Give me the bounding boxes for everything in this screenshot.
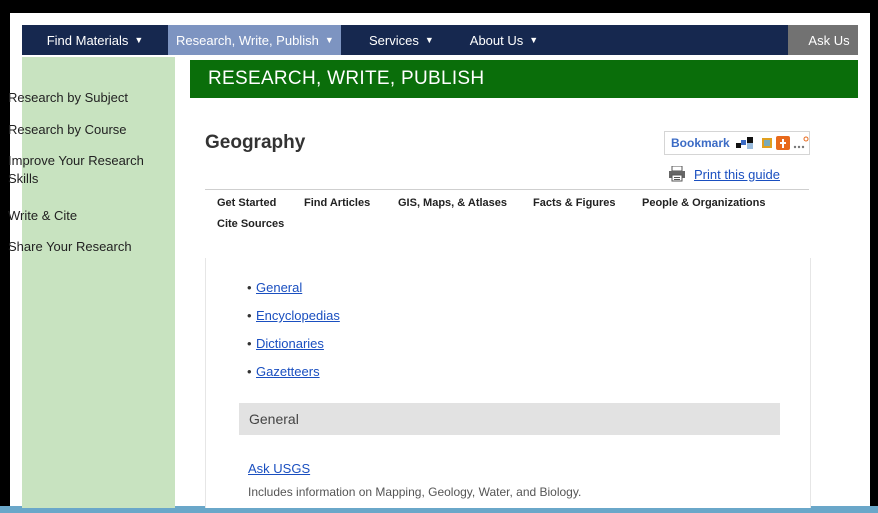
sidebar-item-research-by-course[interactable]: Research by Course <box>8 121 153 139</box>
list-item: • Gazetteers <box>247 364 320 379</box>
share-icons <box>735 136 809 150</box>
page-title: Geography <box>205 132 306 153</box>
delicious-icon <box>735 137 753 149</box>
tab-people-organizations[interactable]: People & Organizations <box>642 197 765 209</box>
nav-services[interactable]: Services ▼ <box>341 25 448 55</box>
section-heading: General <box>239 403 780 435</box>
nav-label: About Us <box>469 32 524 48</box>
tab-gis-maps-atlases[interactable]: GIS, Maps, & Atlases <box>398 197 507 209</box>
chevron-down-icon: ▼ <box>324 35 334 45</box>
list-item: • Dictionaries <box>247 336 324 351</box>
link-dictionaries[interactable]: Dictionaries <box>256 336 324 351</box>
bookmark-label: Bookmark <box>671 136 730 150</box>
sidebar-item-write-cite[interactable]: Write & Cite <box>8 207 153 225</box>
tab-facts-figures[interactable]: Facts & Figures <box>533 197 616 209</box>
main-nav: Find Materials ▼ Research, Write, Publis… <box>22 25 858 55</box>
list-item: • General <box>247 280 303 295</box>
print-label: Print this guide <box>694 166 780 182</box>
chevron-down-icon: ▼ <box>424 35 434 45</box>
window-frame <box>0 0 878 13</box>
print-guide-link[interactable]: Print this guide <box>668 166 780 182</box>
chevron-down-icon: ▼ <box>134 35 144 45</box>
nav-about-us[interactable]: About Us ▼ <box>448 25 552 55</box>
tab-get-started[interactable]: Get Started <box>217 197 276 209</box>
divider <box>205 189 809 190</box>
facebook-icon <box>775 136 790 150</box>
bookmark-button[interactable]: Bookmark <box>664 131 810 155</box>
resource-description: Includes information on Mapping, Geology… <box>248 485 582 499</box>
ask-us-button[interactable]: Ask Us <box>788 25 858 55</box>
nav-find-materials[interactable]: Find Materials ▼ <box>22 25 168 55</box>
sidebar-item-share-research[interactable]: Share Your Research <box>8 238 153 256</box>
digg-icon <box>761 138 772 148</box>
link-gazetteers[interactable]: Gazetteers <box>256 364 320 379</box>
link-general[interactable]: General <box>256 280 302 295</box>
tab-cite-sources[interactable]: Cite Sources <box>217 218 284 230</box>
tab-find-articles[interactable]: Find Articles <box>304 197 370 209</box>
sidebar-item-research-by-subject[interactable]: Research by Subject <box>8 89 153 107</box>
nav-label: Research, Write, Publish <box>176 32 319 48</box>
sidebar-item-improve-research-skills[interactable]: Improve Your Research Skills <box>8 152 153 188</box>
nav-research-write-publish[interactable]: Research, Write, Publish ▼ <box>168 25 341 55</box>
more-icon <box>793 136 809 149</box>
list-item: • Encyclopedias <box>247 308 340 323</box>
link-encyclopedias[interactable]: Encyclopedias <box>256 308 340 323</box>
chevron-down-icon: ▼ <box>529 35 539 45</box>
printer-icon <box>669 166 685 182</box>
nav-label: Services <box>369 32 419 48</box>
section-banner: RESEARCH, WRITE, PUBLISH <box>190 60 858 98</box>
nav-label: Find Materials <box>46 32 129 48</box>
section-heading-label: General <box>249 411 299 427</box>
section-link-list: • General • Encyclopedias • Dictionaries • G… <box>247 280 340 392</box>
ask-usgs-link[interactable]: Ask USGS <box>248 461 310 476</box>
banner-title: RESEARCH, WRITE, PUBLISH <box>208 68 485 89</box>
